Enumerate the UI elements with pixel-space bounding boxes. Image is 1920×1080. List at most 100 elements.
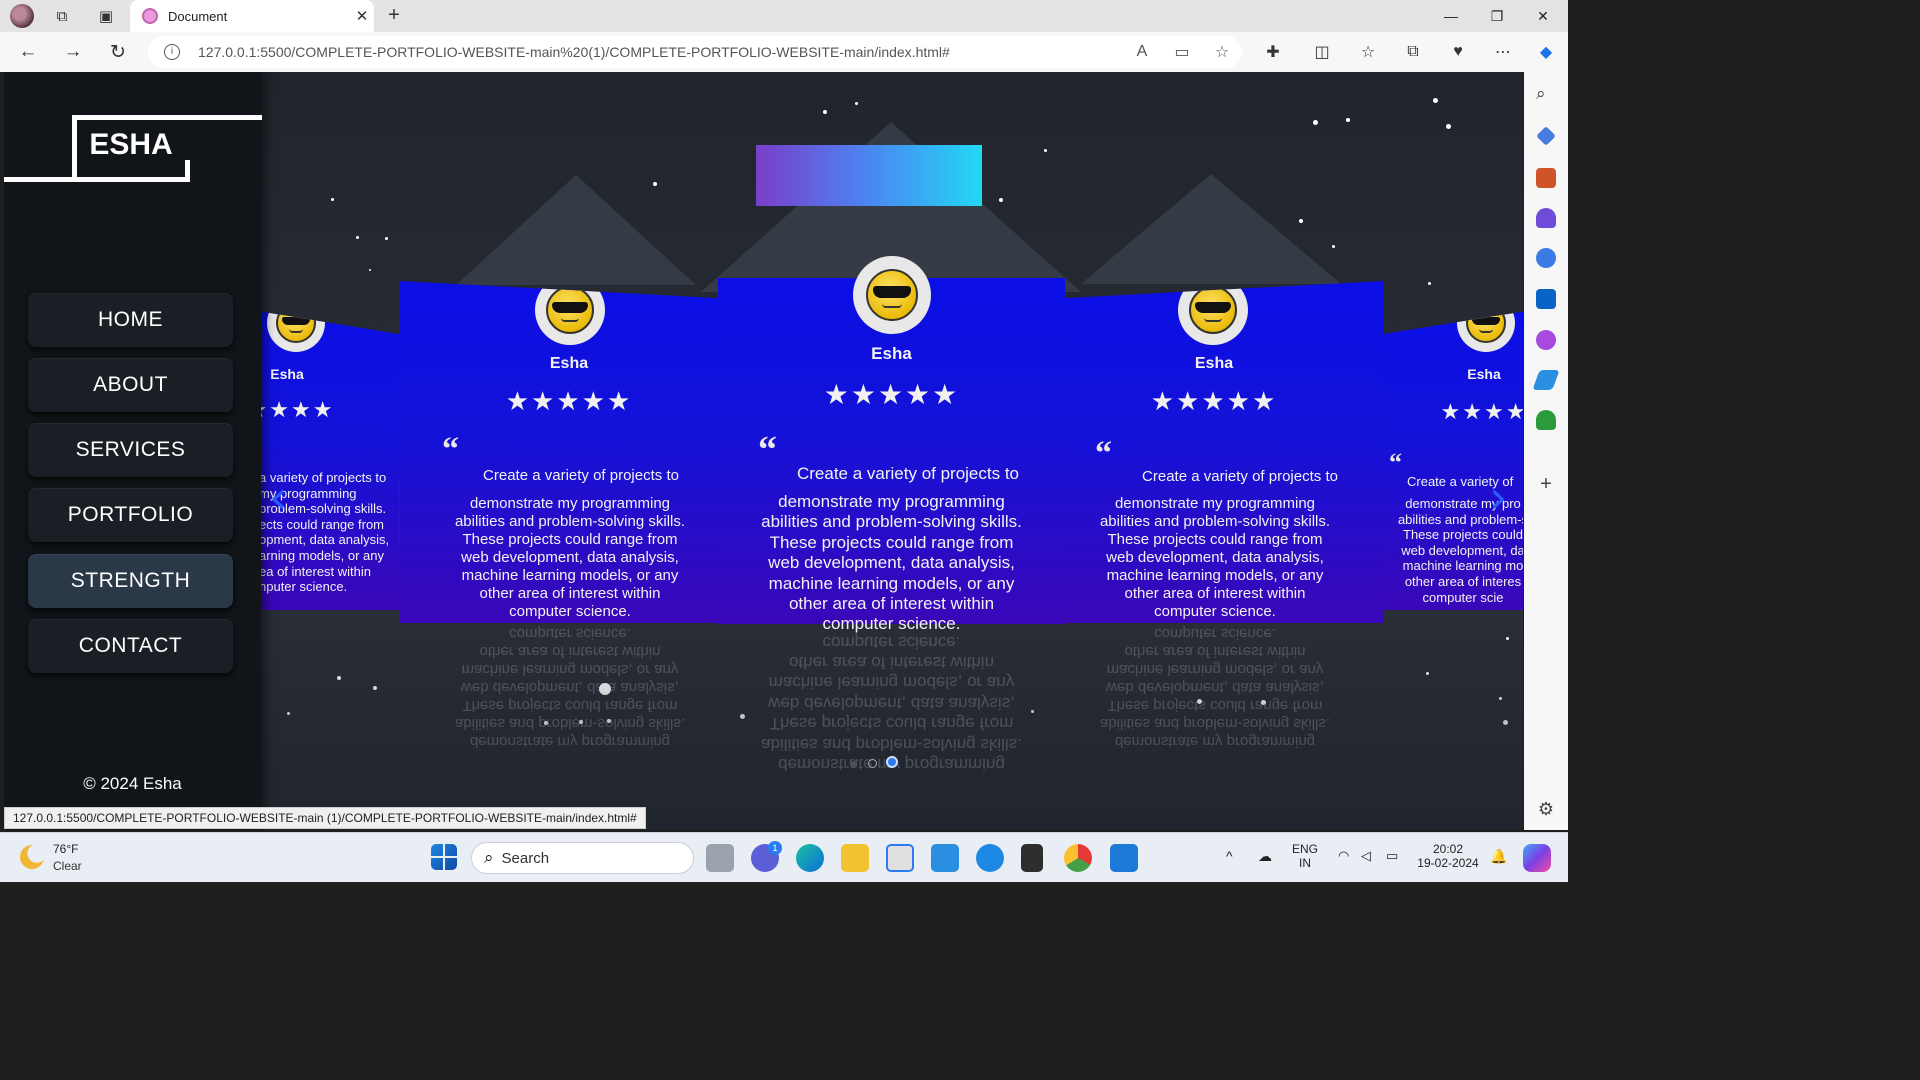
testimonial-card[interactable]: Esha ★★★★ a variety of projects tomy pro…	[261, 310, 399, 610]
task-view-icon[interactable]	[706, 844, 734, 872]
new-tab-button[interactable]: +	[382, 4, 406, 28]
sublime-icon[interactable]	[1021, 844, 1043, 872]
more-menu-icon[interactable]: ⋯	[1490, 40, 1516, 64]
favorite-star-icon[interactable]: ☆	[1202, 42, 1242, 62]
myhp-icon[interactable]	[931, 844, 959, 872]
shopping-tag-icon[interactable]	[1536, 126, 1556, 146]
search-icon[interactable]: ⌕	[1536, 84, 1556, 104]
games-icon[interactable]	[1536, 208, 1556, 228]
tab-actions-icon[interactable]: ▣	[94, 4, 118, 28]
star	[1446, 124, 1451, 129]
site-sidebar: ESHA HOME ABOUT SERVICES PORTFOLIO STREN…	[4, 72, 262, 830]
cloud-offline-icon[interactable]: ☁	[1258, 848, 1272, 865]
testimonial-card-active[interactable]: Esha ★★★★★ “ Create a variety of project…	[718, 256, 1065, 633]
notification-bell-icon[interactable]: 🔔	[1490, 848, 1507, 865]
nav-strength[interactable]: STRENGTH	[28, 554, 233, 608]
testimonial-card[interactable]: Esha ★★★★★ “ Create a variety of project…	[1065, 281, 1383, 623]
taskbar-search[interactable]: ⌕ Search	[471, 842, 694, 874]
file-explorer-icon[interactable]	[841, 844, 869, 872]
testimonial-card[interactable]: Esha ★★★★ “ Create a variety of demonstr…	[1383, 310, 1523, 610]
settings-gear-icon[interactable]: ⚙	[1536, 799, 1556, 819]
add-sidebar-icon[interactable]: +	[1536, 474, 1556, 495]
browser-tab[interactable]: Document ✕	[130, 0, 374, 32]
copilot-icon[interactable]: ◆	[1533, 40, 1559, 64]
star	[1299, 219, 1303, 223]
site-logo[interactable]: ESHA	[72, 128, 190, 162]
prev-slide-button[interactable]: ‹	[269, 470, 287, 524]
moon-weather-icon[interactable]	[20, 845, 44, 869]
copilot-sidebar-icon[interactable]	[1536, 248, 1556, 268]
extensions-icon[interactable]: ✚	[1260, 40, 1286, 64]
immersive-reader-icon[interactable]: ▭	[1162, 42, 1202, 62]
browser-sidebar: ⌕ + ⚙	[1524, 72, 1568, 830]
pagination-dot[interactable]	[868, 759, 877, 768]
avatar	[1178, 281, 1248, 345]
vscode-icon[interactable]	[1110, 844, 1138, 872]
card-text: demonstrate my programming abilities and …	[1099, 495, 1331, 620]
send-icon[interactable]	[1532, 370, 1560, 390]
avatar	[267, 310, 325, 352]
card-first-line: Create a variety of projects to	[796, 464, 1020, 483]
tab-close-icon[interactable]: ✕	[350, 7, 374, 25]
card-name: Esha	[1194, 355, 1234, 372]
search-icon: ⌕	[484, 848, 494, 867]
star	[1044, 149, 1047, 152]
nav-contact[interactable]: CONTACT	[28, 619, 233, 673]
quote-mark-icon: “	[442, 431, 459, 468]
nav-about[interactable]: ABOUT	[28, 358, 233, 412]
microsoft-store-icon[interactable]	[886, 844, 914, 872]
profile-avatar[interactable]	[10, 4, 34, 28]
battery-icon[interactable]: ▭	[1386, 848, 1398, 864]
url-text[interactable]: 127.0.0.1:5500/COMPLETE-PORTFOLIO-WEBSIT…	[198, 44, 1122, 60]
testimonial-card[interactable]: Esha ★★★★★ “ Create a variety of project…	[400, 281, 718, 623]
edge-browser-icon[interactable]	[796, 844, 824, 872]
link-status-bar: 127.0.0.1:5500/COMPLETE-PORTFOLIO-WEBSIT…	[4, 807, 646, 829]
browser-essentials-icon[interactable]: ♥	[1445, 40, 1471, 64]
start-windows-icon[interactable]	[431, 844, 457, 870]
mountain-shape	[456, 175, 696, 285]
collections-icon[interactable]: ⧉	[1400, 40, 1426, 64]
star	[1428, 282, 1431, 285]
outlook-icon[interactable]	[1536, 289, 1556, 309]
sunglasses-emoji-icon	[276, 310, 316, 343]
tree-icon[interactable]	[1536, 410, 1556, 430]
volume-icon[interactable]: ◁	[1361, 848, 1371, 864]
designer-icon[interactable]	[1536, 330, 1556, 350]
nav-services[interactable]: SERVICES	[28, 423, 233, 477]
address-bar[interactable]: i 127.0.0.1:5500/COMPLETE-PORTFOLIO-WEBS…	[148, 36, 1242, 68]
page-viewport: Esha ★★★★ a variety of projects tomy pro…	[4, 72, 1523, 830]
favorites-icon[interactable]: ☆	[1355, 40, 1381, 64]
help-icon[interactable]	[976, 844, 1004, 872]
card-name: Esha	[270, 366, 304, 382]
avatar	[853, 256, 931, 334]
minimize-button[interactable]: —	[1428, 0, 1474, 32]
restore-button[interactable]: ❐	[1474, 0, 1520, 32]
nav-home[interactable]: HOME	[28, 293, 233, 347]
star	[385, 237, 388, 240]
clock[interactable]: 20:02 19-02-2024	[1416, 842, 1480, 870]
split-screen-icon[interactable]: ◫	[1309, 40, 1335, 64]
chrome-icon[interactable]	[1064, 844, 1092, 872]
pagination-dot[interactable]	[850, 761, 856, 767]
star	[823, 110, 827, 114]
workspaces-icon[interactable]: ⧉	[50, 4, 74, 28]
reload-button[interactable]: ↻	[104, 39, 132, 65]
forward-button[interactable]: →	[59, 39, 87, 65]
quote-mark-icon: “	[1389, 448, 1402, 477]
tray-overflow-icon[interactable]: ^	[1226, 848, 1233, 864]
wifi-icon[interactable]: ◠	[1338, 848, 1349, 864]
copilot-taskbar-icon[interactable]	[1523, 844, 1551, 872]
pagination-dot-active[interactable]	[886, 756, 898, 768]
language-indicator[interactable]: ENG IN	[1292, 842, 1318, 870]
weather-temperature[interactable]: 76°F	[53, 842, 78, 856]
nav-portfolio[interactable]: PORTFOLIO	[28, 488, 233, 542]
close-window-button[interactable]: ✕	[1520, 0, 1566, 32]
next-slide-button[interactable]: ›	[1489, 470, 1507, 524]
read-aloud-icon[interactable]: A	[1122, 43, 1162, 61]
windows-taskbar: 76°F Clear ⌕ Search 1 ^ ☁ ENG IN ◠ ◁ ▭ 20…	[0, 832, 1568, 882]
weather-condition[interactable]: Clear	[53, 859, 82, 873]
star-rating: ★★★★★	[823, 379, 960, 410]
back-button[interactable]: ←	[14, 39, 42, 65]
tools-icon[interactable]	[1536, 168, 1556, 188]
site-info-icon[interactable]: i	[164, 44, 180, 60]
